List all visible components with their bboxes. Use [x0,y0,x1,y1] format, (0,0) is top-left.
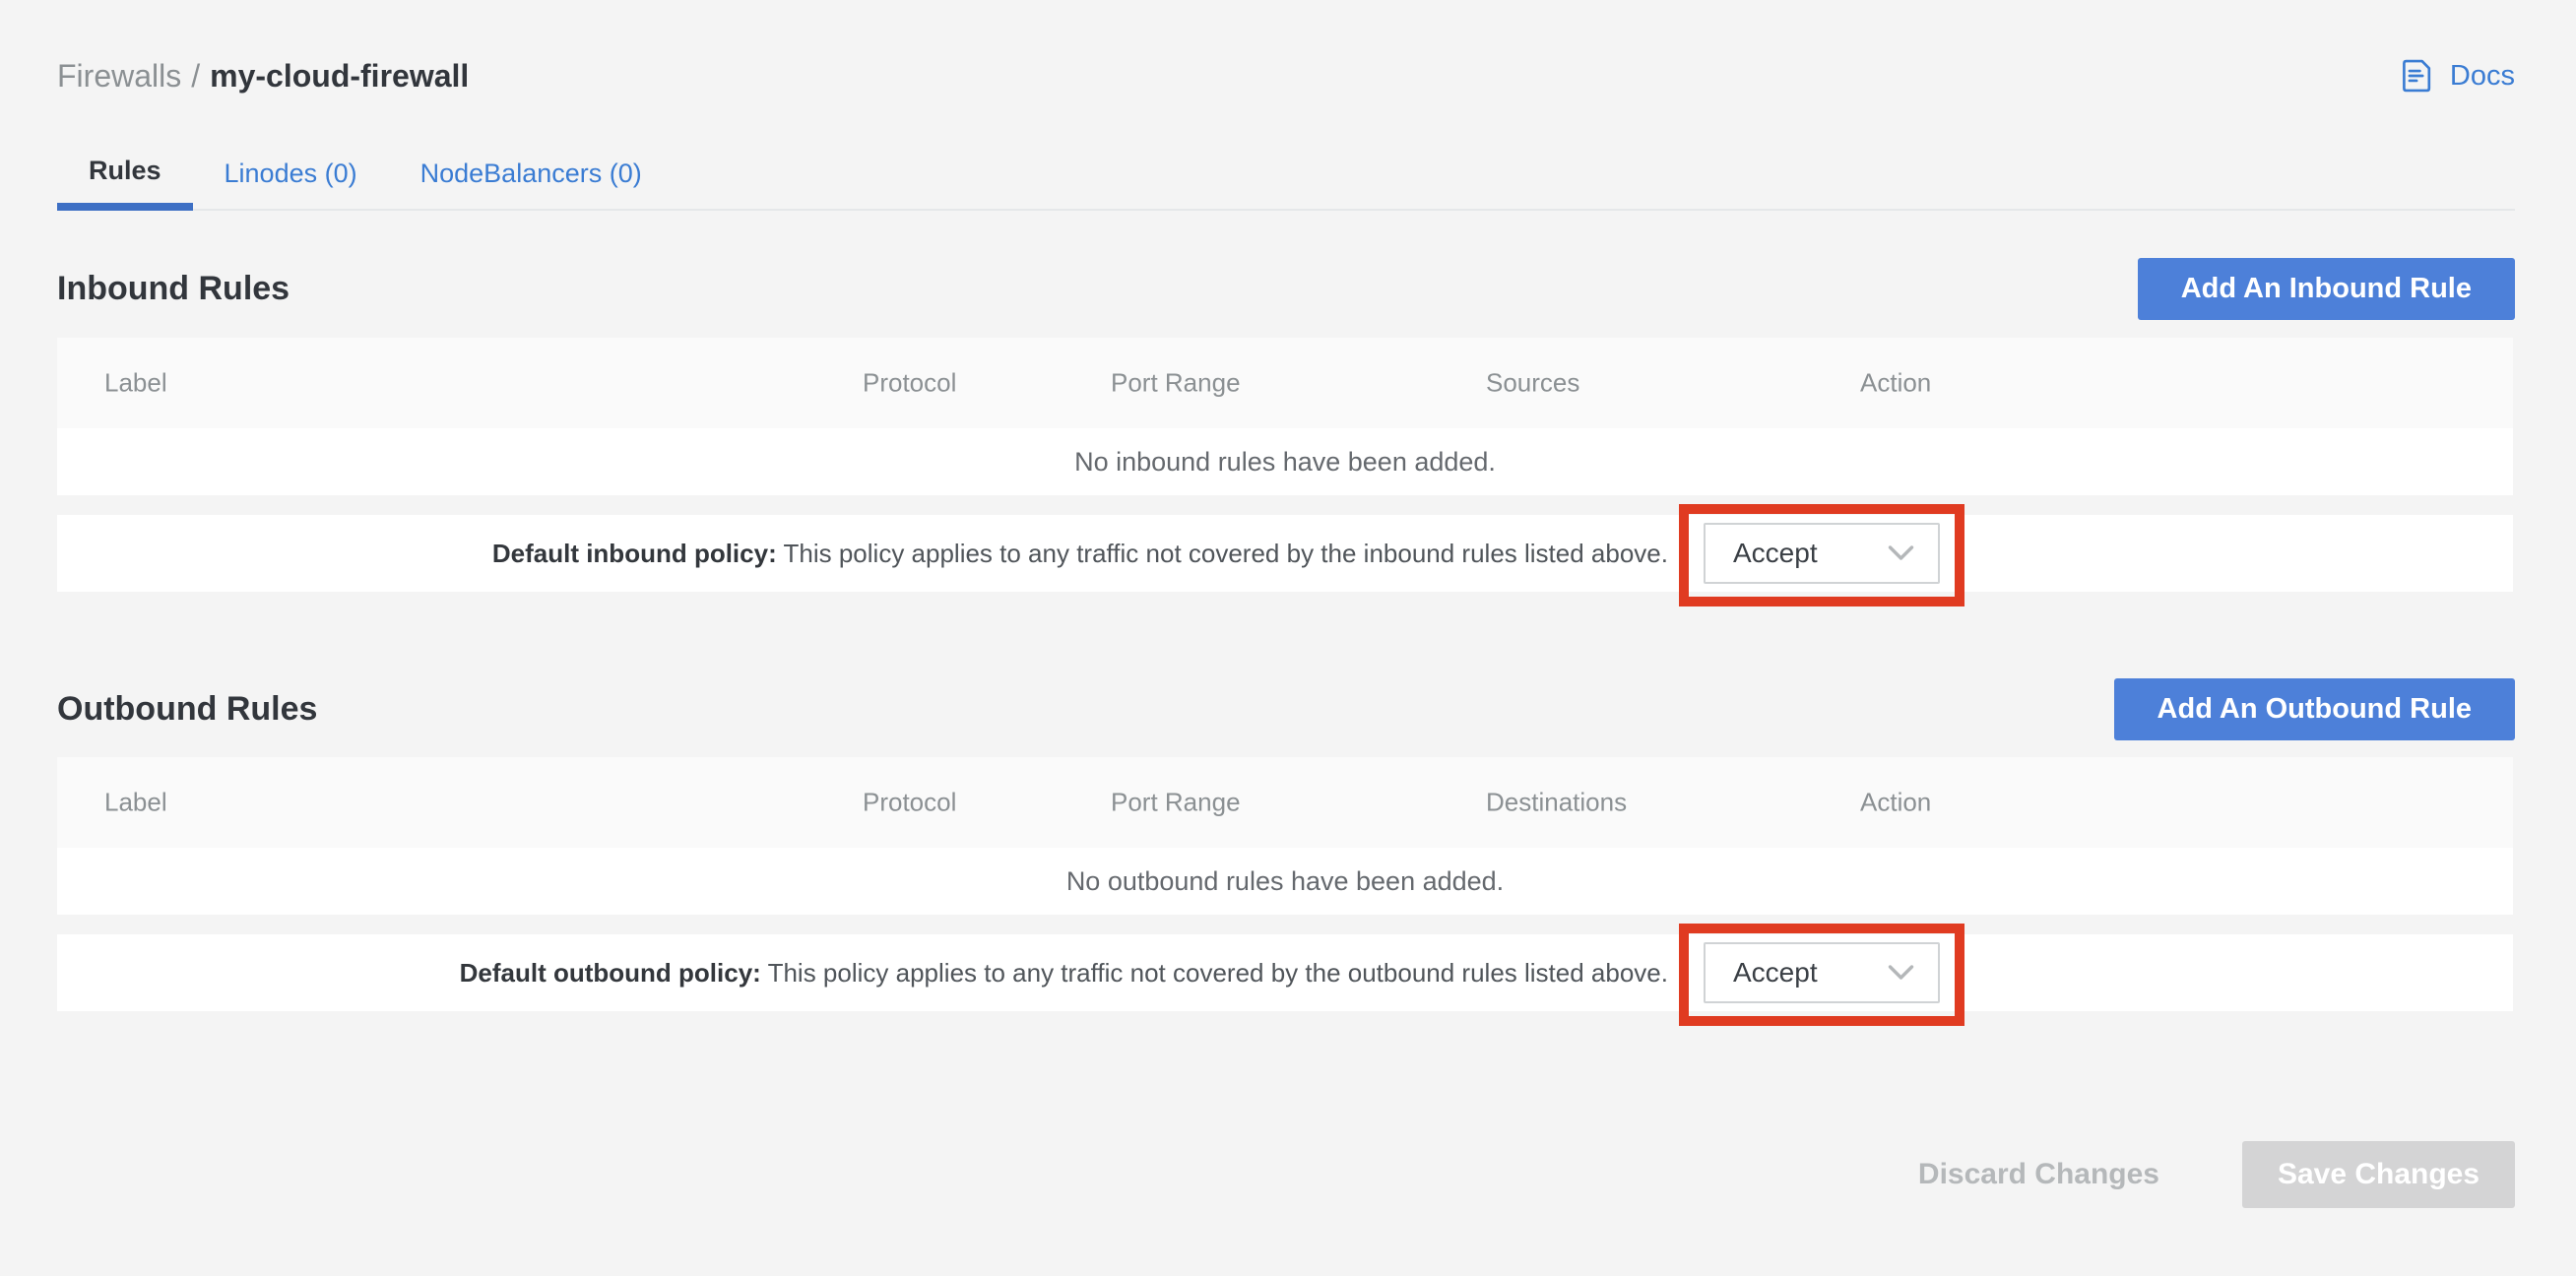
inbound-empty-message: No inbound rules have been added. [1074,447,1496,478]
firewall-detail-page: Firewalls / my-cloud-firewall Docs Rules… [0,0,2576,1276]
inbound-column-label: Label [104,368,167,399]
tab-rules[interactable]: Rules [57,138,193,211]
outbound-empty-message: No outbound rules have been added. [1066,866,1504,897]
inbound-column-sources: Sources [1486,368,1579,399]
inbound-rules-title: Inbound Rules [57,270,290,308]
inbound-row-gap [57,495,2513,515]
save-changes-button[interactable]: Save Changes [2242,1141,2515,1208]
outbound-column-action: Action [1860,788,1931,818]
outbound-column-label: Label [104,788,167,818]
outbound-rules-table: Label Protocol Port Range Destinations A… [57,757,2513,1011]
inbound-column-protocol: Protocol [863,368,956,399]
inbound-policy-description: This policy applies to any traffic not c… [784,539,1669,568]
tab-linodes[interactable]: Linodes (0) [193,138,389,209]
outbound-policy-label: Default outbound policy: [460,958,761,988]
breadcrumb: Firewalls / my-cloud-firewall [57,58,469,95]
outbound-table-header-row: Label Protocol Port Range Destinations A… [57,757,2513,848]
inbound-policy-row: Default inbound policy: This policy appl… [57,515,2513,592]
chevron-down-icon [1888,545,1914,562]
inbound-empty-row: No inbound rules have been added. [57,428,2513,495]
discard-changes-button[interactable]: Discard Changes [1875,1158,2203,1191]
outbound-policy-description: This policy applies to any traffic not c… [768,958,1668,988]
add-outbound-rule-button[interactable]: Add An Outbound Rule [2114,678,2515,740]
inbound-policy-label: Default inbound policy: [492,539,777,568]
outbound-column-protocol: Protocol [863,788,956,818]
inbound-table-header-row: Label Protocol Port Range Sources Action [57,338,2513,428]
tab-bar: Rules Linodes (0) NodeBalancers (0) [57,138,2515,211]
inbound-rules-table: Label Protocol Port Range Sources Action… [57,338,2513,592]
outbound-column-destinations: Destinations [1486,788,1627,818]
outbound-section-header: Outbound Rules Add An Outbound Rule [57,674,2515,743]
outbound-policy-text: Default outbound policy: This policy app… [460,958,1668,989]
inbound-policy-select[interactable]: Accept [1704,523,1940,584]
docs-link[interactable]: Docs [2395,55,2515,96]
top-bar: Firewalls / my-cloud-firewall Docs [57,51,2515,100]
inbound-policy-selected-value: Accept [1733,538,1818,569]
docs-label: Docs [2450,60,2515,93]
outbound-policy-row: Default outbound policy: This policy app… [57,934,2513,1011]
docs-icon [2395,55,2436,96]
outbound-policy-selected-value: Accept [1733,957,1818,989]
outbound-column-port-range: Port Range [1111,788,1241,818]
tab-nodebalancers[interactable]: NodeBalancers (0) [389,138,674,209]
breadcrumb-firewalls-link[interactable]: Firewalls [57,58,181,95]
inbound-column-port-range: Port Range [1111,368,1241,399]
outbound-policy-select[interactable]: Accept [1704,942,1940,1003]
outbound-row-gap [57,915,2513,934]
breadcrumb-current-firewall: my-cloud-firewall [210,58,469,95]
chevron-down-icon [1888,965,1914,982]
inbound-policy-text: Default inbound policy: This policy appl… [492,539,1668,569]
footer-actions: Discard Changes Save Changes [1875,1141,2515,1208]
inbound-column-action: Action [1860,368,1931,399]
outbound-empty-row: No outbound rules have been added. [57,848,2513,915]
add-inbound-rule-button[interactable]: Add An Inbound Rule [2138,258,2515,320]
outbound-rules-title: Outbound Rules [57,690,317,729]
inbound-section-header: Inbound Rules Add An Inbound Rule [57,254,2515,323]
breadcrumb-separator: / [191,58,200,95]
